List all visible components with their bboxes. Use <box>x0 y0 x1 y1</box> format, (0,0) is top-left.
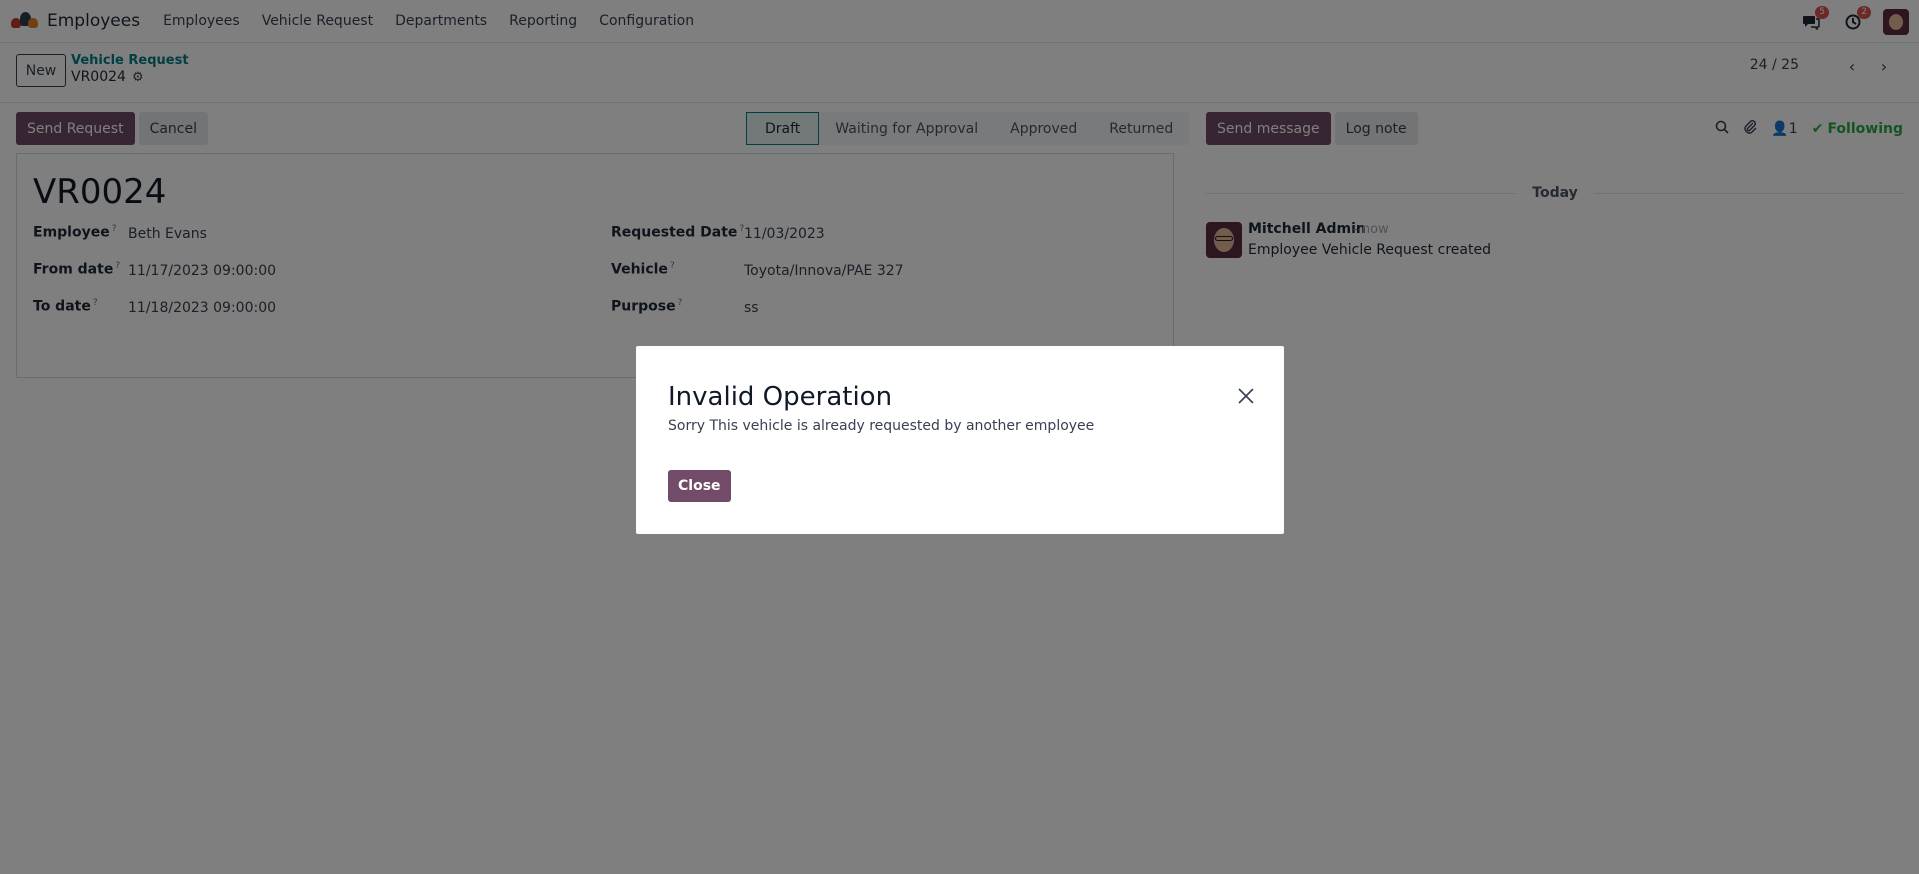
dialog-title: Invalid Operation <box>668 382 893 412</box>
close-button[interactable]: Close <box>668 470 731 502</box>
dialog-message: Sorry This vehicle is already requested … <box>668 418 1095 434</box>
close-icon[interactable] <box>1234 384 1258 408</box>
invalid-operation-dialog: Invalid Operation Sorry This vehicle is … <box>636 346 1284 534</box>
